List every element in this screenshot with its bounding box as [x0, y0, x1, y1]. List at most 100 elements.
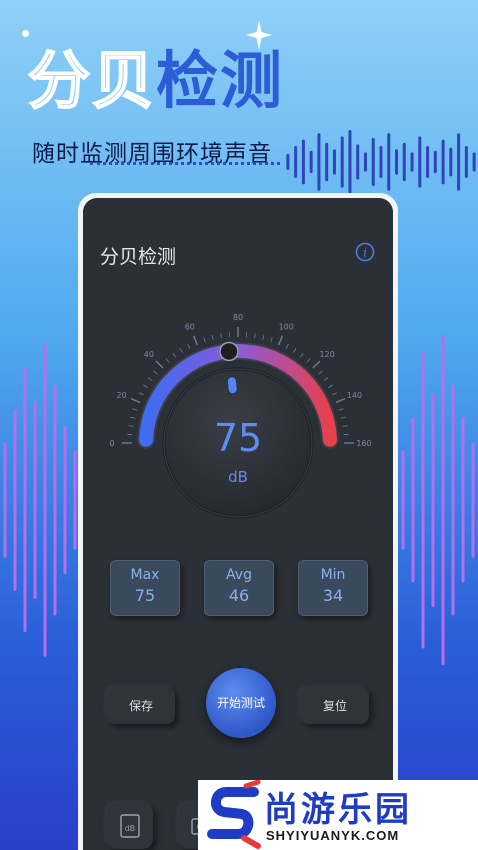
gauge-tick — [328, 384, 333, 388]
app-screen: 分贝检测 i 0 20 40 60 80 100 120 140 160 75 … — [83, 198, 393, 850]
gauge-tick — [147, 377, 153, 382]
wave-bar — [395, 149, 399, 175]
gauge-tick — [323, 377, 329, 382]
gauge-tick-label: 20 — [116, 391, 126, 400]
wave-bar — [363, 152, 367, 172]
gauge-tick — [312, 360, 321, 369]
gauge-tick — [335, 397, 346, 404]
gauge-tick — [155, 360, 164, 369]
gauge-tick — [299, 352, 304, 358]
wave-bar — [418, 136, 422, 188]
wave-bar — [457, 133, 461, 191]
max-label: Max — [130, 567, 160, 583]
info-icon[interactable]: i — [355, 242, 375, 262]
wave-bar — [3, 442, 7, 558]
gauge-tick — [187, 343, 191, 349]
gauge-tick — [211, 334, 214, 341]
gauge-tick — [172, 352, 177, 358]
wave-bar — [294, 146, 298, 178]
hero-title-part2: 检测 — [156, 44, 285, 117]
wave-bar — [449, 147, 453, 177]
svg-text:dB: dB — [125, 824, 136, 833]
wave-bar — [410, 152, 414, 172]
watermark-url: SHYIYUANYK.COM — [266, 828, 400, 843]
gauge-tick — [293, 348, 297, 353]
wave-bar — [332, 149, 336, 175]
wave-bar — [387, 133, 391, 191]
gauge-tick — [220, 333, 222, 339]
subtitle-underline — [90, 162, 280, 165]
avg-value: 46 — [228, 586, 250, 605]
sparkle-icon — [246, 20, 272, 50]
gauge-tick-label: 100 — [279, 323, 294, 332]
wave-bar — [348, 130, 352, 194]
wave-bar — [472, 152, 476, 172]
wave-bar — [402, 142, 406, 182]
wave-bar — [451, 384, 455, 616]
gauge-tick — [318, 370, 323, 375]
gauge-tick — [270, 337, 273, 343]
wave-bar — [371, 138, 375, 186]
decibel-unit: dB — [228, 468, 248, 486]
wave-bar — [309, 150, 313, 174]
max-stat: Max 75 — [110, 560, 180, 616]
svg-text:i: i — [363, 246, 367, 260]
gauge-tick — [306, 358, 311, 363]
gauge-tick — [338, 408, 344, 411]
avg-stat: Avg 46 — [204, 560, 274, 616]
wave-bar — [301, 139, 305, 185]
value-marker — [219, 341, 239, 362]
wave-bar — [13, 409, 17, 591]
gauge-tick — [332, 392, 338, 396]
gauge-tick — [179, 348, 183, 353]
gauge-tick — [262, 334, 265, 341]
sound-wave-decoration — [286, 130, 476, 194]
wave-bar — [411, 417, 415, 583]
reset-button[interactable]: 复位 — [301, 688, 369, 724]
gauge-tick — [153, 370, 158, 375]
wave-bar — [441, 139, 445, 185]
gauge-tick — [130, 397, 141, 404]
max-value: 75 — [134, 586, 156, 605]
wave-bar — [286, 154, 290, 170]
watermark-title: 尚游乐园 — [264, 790, 412, 830]
wave-bar — [356, 144, 360, 180]
wave-bar — [325, 142, 329, 182]
gauge-tick — [277, 335, 284, 346]
gauge-tick — [138, 392, 144, 396]
wave-bar — [464, 146, 468, 178]
gauge-tick — [143, 384, 148, 388]
gauge-tick — [285, 343, 289, 349]
gauge-tick-label: 80 — [233, 313, 243, 322]
wave-bar — [63, 425, 67, 575]
start-test-button[interactable]: 开始测试 — [206, 668, 276, 738]
gauge-tick-label: 60 — [185, 323, 195, 332]
gauge-tick — [203, 337, 206, 343]
watermark-logo-icon — [207, 780, 261, 849]
gauge-tick-label: 120 — [319, 350, 334, 359]
avg-label: Avg — [226, 567, 252, 583]
gauge-tick — [165, 358, 170, 363]
wave-bar — [317, 133, 321, 191]
min-label: Min — [320, 567, 346, 583]
site-watermark: 尚游乐园 SHYIYUANYK.COM — [198, 780, 478, 850]
wave-bar — [431, 392, 435, 608]
wave-bar — [73, 450, 77, 550]
db-icon: dB — [120, 814, 140, 838]
gauge-tick-label: 40 — [144, 350, 154, 359]
sound-wave-right-decoration — [401, 335, 475, 665]
wave-bar — [379, 146, 383, 178]
save-button[interactable]: 保存 — [107, 688, 175, 724]
wave-bar — [433, 150, 437, 174]
db-record-button[interactable]: dB — [107, 803, 153, 849]
wave-bar — [23, 368, 27, 632]
wave-bar — [421, 351, 425, 649]
min-stat: Min 34 — [298, 560, 368, 616]
gauge-tick — [132, 408, 138, 411]
wave-bar — [401, 450, 405, 550]
decibel-gauge: 020406080100120140160 — [109, 313, 372, 519]
gauge-tick — [254, 333, 256, 339]
app-title: 分贝检测 — [100, 246, 177, 268]
wave-bar — [43, 343, 47, 657]
wave-bar — [33, 401, 37, 599]
